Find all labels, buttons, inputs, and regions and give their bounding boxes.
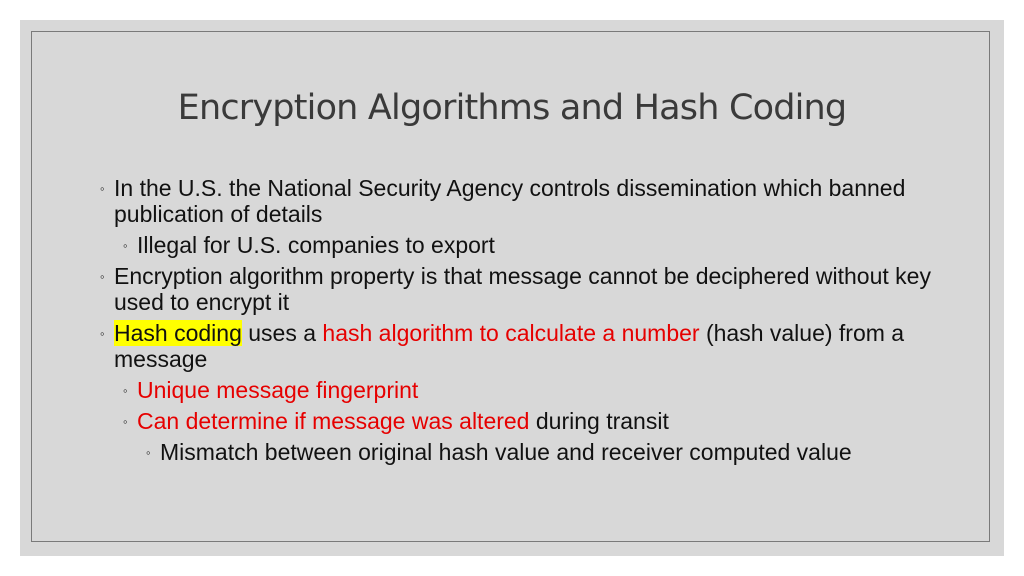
bullet-mismatch: ◦ Mismatch between original hash value a… bbox=[100, 439, 940, 465]
bullet-icon: ◦ bbox=[146, 445, 151, 460]
bullet-icon: ◦ bbox=[123, 383, 128, 398]
emphasized-text: Can determine if message was altered bbox=[137, 408, 530, 434]
bullet-text: In the U.S. the National Security Agency… bbox=[114, 175, 906, 227]
bullet-unique-fingerprint: ◦ Unique message fingerprint bbox=[100, 377, 940, 403]
bullet-icon: ◦ bbox=[100, 269, 105, 284]
emphasized-text: hash algorithm to calculate a number bbox=[322, 320, 700, 346]
bullet-text: uses a bbox=[241, 320, 323, 346]
bullet-text: Illegal for U.S. companies to export bbox=[137, 232, 495, 258]
bullet-icon: ◦ bbox=[123, 238, 128, 253]
emphasized-text: Unique message fingerprint bbox=[137, 377, 419, 403]
highlighted-term: Hash coding bbox=[114, 320, 242, 346]
bullet-text: during transit bbox=[529, 408, 669, 434]
bullet-text: Encryption algorithm property is that me… bbox=[114, 263, 931, 315]
slide-body: ◦ In the U.S. the National Security Agen… bbox=[100, 175, 940, 470]
bullet-encryption-property: ◦ Encryption algorithm property is that … bbox=[100, 263, 940, 315]
bullet-illegal-export: ◦ Illegal for U.S. companies to export bbox=[100, 232, 940, 258]
bullet-icon: ◦ bbox=[123, 414, 128, 429]
slide-title: Encryption Algorithms and Hash Coding bbox=[177, 88, 847, 128]
bullet-hash-coding: ◦ Hash coding uses a hash algorithm to c… bbox=[100, 320, 940, 372]
bullet-icon: ◦ bbox=[100, 326, 105, 341]
bullet-icon: ◦ bbox=[100, 181, 105, 196]
slide: Encryption Algorithms and Hash Coding ◦ … bbox=[20, 20, 1004, 556]
bullet-detect-alteration: ◦ Can determine if message was altered d… bbox=[100, 408, 940, 434]
bullet-text: Mismatch between original hash value and… bbox=[160, 439, 852, 465]
bullet-nsa-dissemination: ◦ In the U.S. the National Security Agen… bbox=[100, 175, 940, 227]
